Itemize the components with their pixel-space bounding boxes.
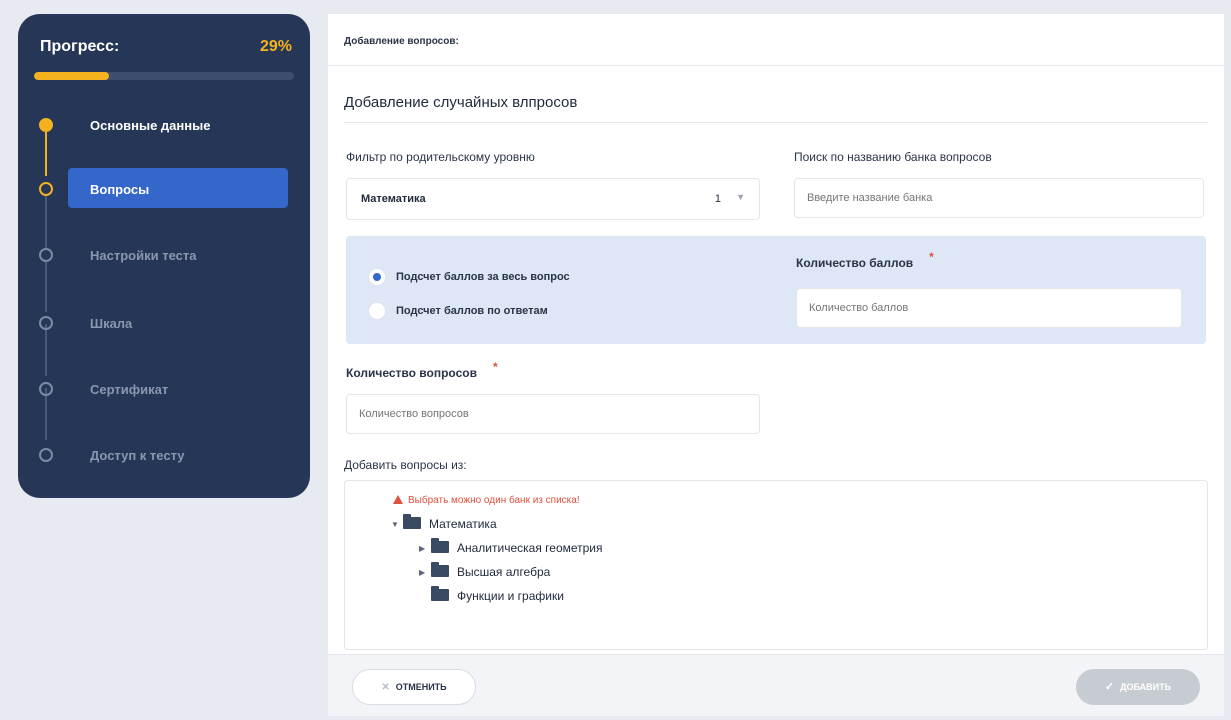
chevron-down-icon[interactable]: ▼ [736, 192, 745, 202]
radio-label: Подсчет баллов за весь вопрос [396, 271, 570, 283]
step-certificate[interactable]: Сертификат [90, 382, 168, 397]
add-from-label: Добавить вопросы из: [344, 458, 467, 472]
progress-bar [34, 72, 294, 80]
step-test-settings[interactable]: Настройки теста [90, 248, 196, 263]
section-title: Добавление случайных влпросов [344, 94, 578, 111]
tree-node-analytic-geometry[interactable]: ▶ Аналитическая геометрия [419, 538, 603, 559]
step-dot-current-icon [39, 182, 53, 196]
progress-value: 29% [259, 38, 292, 55]
progress-sidebar: Прогресс: 29% Основные данные Вопросы На… [18, 14, 310, 498]
folder-icon [431, 538, 449, 553]
radio-label: Подсчет баллов по ответам [396, 305, 548, 317]
check-icon: ✓ [1104, 681, 1115, 693]
warning-text: Выбрать можно один банк из списка! [408, 495, 580, 506]
radio-checked-icon[interactable] [368, 268, 386, 286]
caret-down-icon[interactable]: ▼ [391, 520, 403, 529]
radio-unchecked-icon[interactable] [368, 302, 386, 320]
section-divider [344, 122, 1208, 123]
bank-search-input[interactable] [794, 178, 1204, 218]
caret-right-icon[interactable]: ▶ [419, 544, 431, 553]
main-panel: Добавление вопросов: Добавление случайны… [328, 14, 1224, 716]
questions-count-input[interactable] [346, 394, 760, 434]
folder-icon [431, 562, 449, 577]
parent-level-select[interactable]: Математика 1 ▼ [346, 178, 760, 220]
questions-label: Количество вопросов * [346, 360, 498, 380]
tree-node-label: Высшая алгебра [457, 565, 551, 579]
tree-node-label: Аналитическая геометрия [457, 541, 603, 555]
step-basic-data[interactable]: Основные данные [90, 118, 210, 133]
step-dot-done-icon [39, 118, 53, 132]
folder-icon [431, 586, 449, 601]
step-dot-icon [39, 382, 53, 396]
score-input[interactable] [796, 288, 1182, 328]
form-footer: ✕ ОТМЕНИТЬ ✓ ДОБАВИТЬ [328, 654, 1224, 716]
select-count: 1 [714, 193, 721, 205]
tree-node-functions[interactable]: Функции и графики [431, 586, 564, 607]
question-bank-tree: Выбрать можно один банк из списка! ▼ Мате… [344, 480, 1208, 650]
step-connector [45, 324, 47, 376]
select-value: Математика [361, 193, 426, 205]
filter-label: Фильтр по родительскому уровню [346, 150, 535, 164]
progress-bar-fill [34, 72, 110, 80]
cancel-button[interactable]: ✕ ОТМЕНИТЬ [352, 669, 476, 705]
step-scale[interactable]: Шкала [90, 316, 132, 331]
caret-right-icon[interactable]: ▶ [419, 568, 431, 577]
step-dot-icon [39, 316, 53, 330]
required-marker: * [929, 250, 934, 264]
close-icon: ✕ [381, 682, 390, 693]
warning-message: Выбрать можно один банк из списка! [393, 495, 580, 506]
step-questions[interactable]: Вопросы [90, 182, 149, 197]
step-connector [45, 260, 47, 312]
search-label: Поиск по названию банка вопросов [794, 150, 992, 164]
tree-node-root[interactable]: ▼ Математика [391, 514, 497, 535]
score-mode-panel: Подсчет баллов за весь вопрос Подсчет ба… [346, 236, 1206, 344]
step-dot-icon [39, 448, 53, 462]
folder-icon [403, 514, 421, 529]
cancel-label: ОТМЕНИТЬ [395, 682, 447, 692]
score-label: Количество баллов * [796, 250, 934, 270]
add-button[interactable]: ✓ ДОБАВИТЬ [1076, 669, 1200, 705]
add-label: ДОБАВИТЬ [1120, 682, 1172, 692]
progress-title: Прогресс: [40, 38, 120, 55]
page-title: Добавление вопросов: [328, 14, 1224, 66]
required-marker: * [492, 360, 498, 374]
step-connector [45, 196, 47, 248]
tree-node-label: Математика [429, 517, 497, 531]
warning-icon [393, 495, 403, 504]
questions-label-text: Количество вопросов [346, 366, 477, 380]
tree-node-label: Функции и графики [457, 589, 564, 603]
step-connector [45, 132, 47, 176]
step-test-access[interactable]: Доступ к тесту [90, 448, 185, 463]
step-dot-icon [39, 248, 53, 262]
tree-node-higher-algebra[interactable]: ▶ Высшая алгебра [419, 562, 551, 583]
score-label-text: Количество баллов [796, 256, 914, 270]
progress-header: Прогресс: 29% [40, 38, 292, 62]
